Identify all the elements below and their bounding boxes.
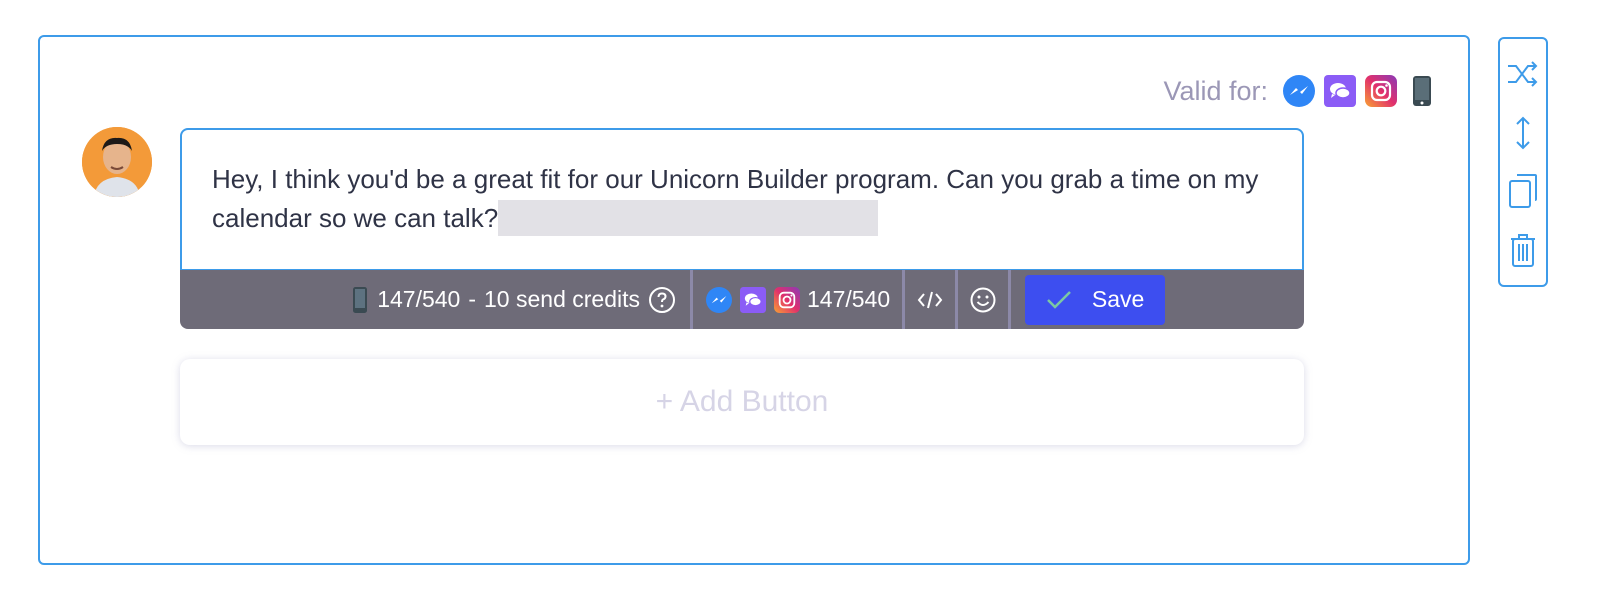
resize-vertical-button[interactable]: [1505, 113, 1541, 153]
messenger-icon: [1283, 75, 1315, 107]
chat-bubble-icon: [1324, 75, 1356, 107]
redacted-link: [498, 200, 879, 237]
code-button[interactable]: [905, 270, 955, 329]
help-icon[interactable]: [648, 286, 676, 314]
code-icon: [916, 288, 944, 312]
add-button[interactable]: + Add Button: [180, 359, 1304, 445]
chat-character-count: 147/540: [807, 286, 891, 312]
sms-character-count: 147/540: [377, 286, 461, 312]
copy-button[interactable]: [1505, 171, 1541, 211]
emoji-icon: [969, 286, 997, 314]
instagram-icon: [773, 286, 801, 314]
save-button[interactable]: Save: [1025, 274, 1166, 325]
valid-for-row: Valid for:: [1163, 75, 1438, 107]
send-credits: 10 send credits: [484, 286, 640, 312]
avatar: [82, 127, 152, 197]
phone-icon: [351, 284, 369, 316]
sms-counter-section: 147/540 - 10 send credits: [180, 270, 690, 329]
shuffle-icon: [1506, 59, 1540, 89]
instagram-icon: [1365, 75, 1397, 107]
message-card: Valid for: Hey, I think you'd be a great…: [38, 35, 1470, 565]
message-toolbar: 147/540 - 10 send credits 147/540 Save: [180, 270, 1304, 329]
resize-vertical-icon: [1513, 115, 1533, 151]
messenger-icon: [705, 286, 733, 314]
add-button-label: + Add Button: [655, 385, 829, 418]
valid-for-label: Valid for:: [1163, 75, 1268, 106]
chat-bubble-icon: [739, 286, 767, 314]
copy-icon: [1508, 173, 1538, 209]
emoji-button[interactable]: [958, 270, 1008, 329]
toolbar-divider: [1008, 270, 1012, 329]
chat-counter-section: 147/540: [693, 270, 902, 329]
checkmark-icon: [1046, 290, 1072, 310]
delete-button[interactable]: [1505, 230, 1541, 270]
phone-icon: [1406, 75, 1438, 107]
shuffle-button[interactable]: [1505, 54, 1541, 94]
trash-icon: [1509, 232, 1537, 268]
save-label: Save: [1091, 286, 1145, 312]
side-toolbar: [1498, 37, 1548, 287]
count-separator: -: [468, 286, 477, 312]
message-input[interactable]: Hey, I think you'd be a great fit for ou…: [180, 128, 1304, 271]
